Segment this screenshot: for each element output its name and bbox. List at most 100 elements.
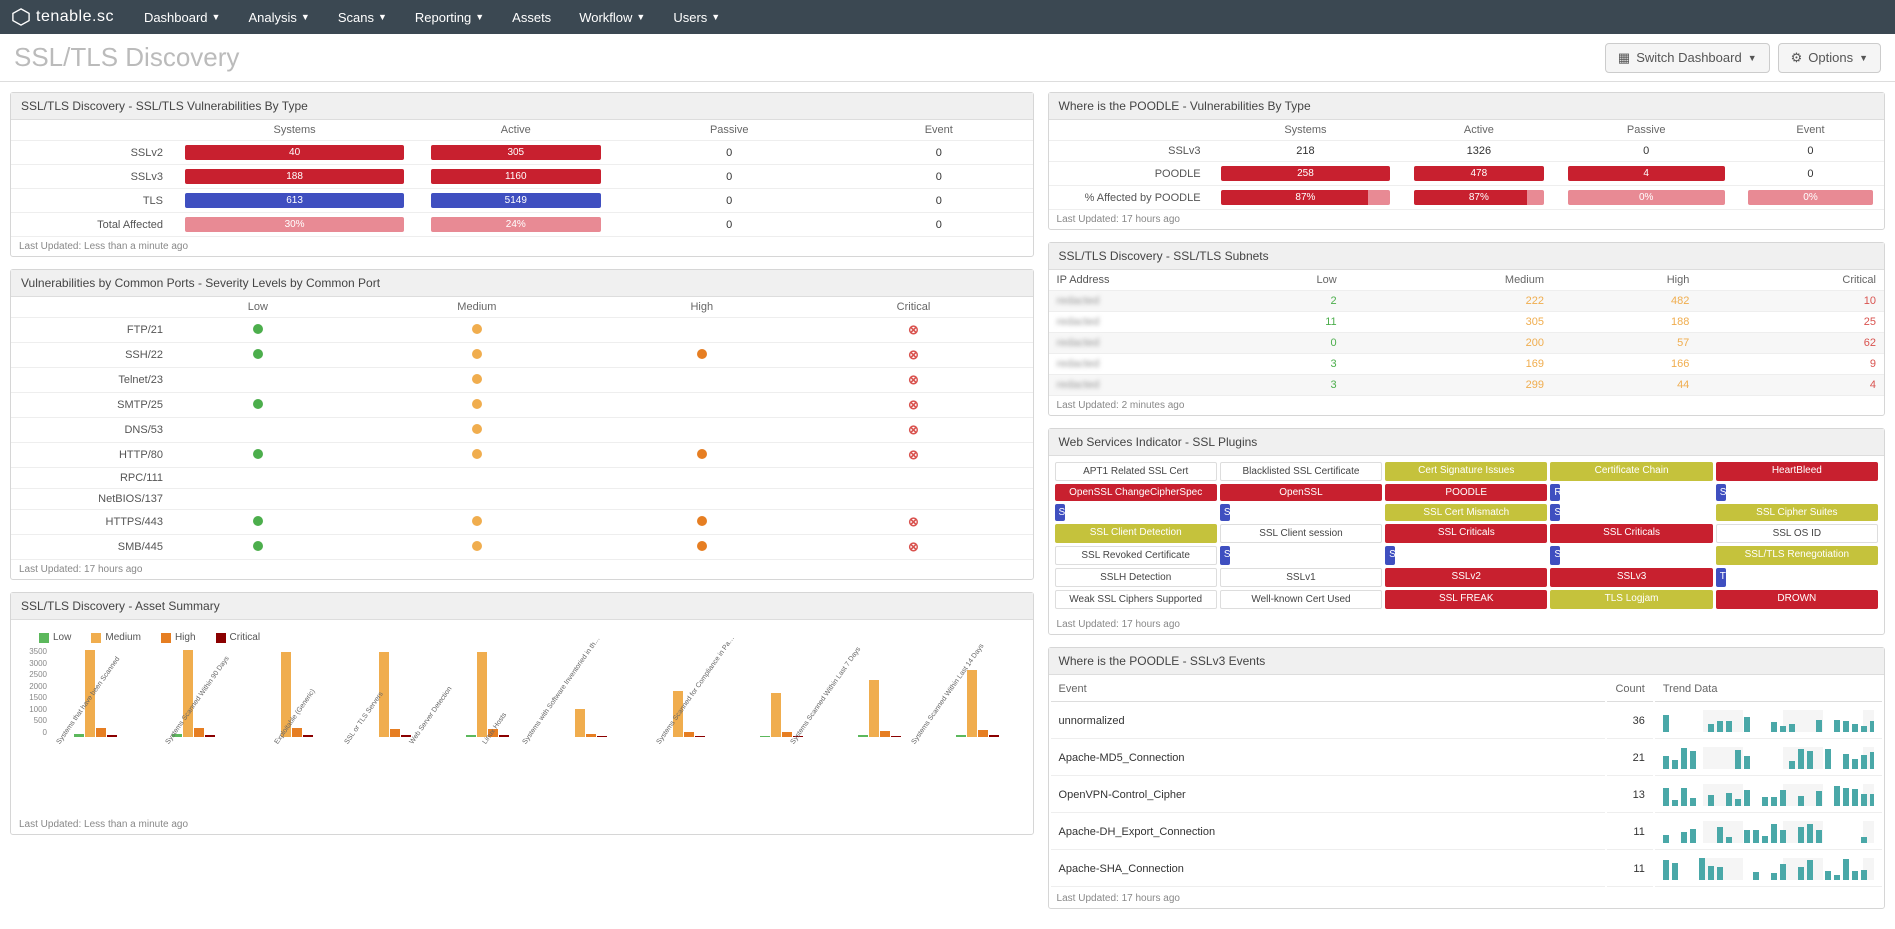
severity-dot (697, 349, 707, 359)
nav-workflow[interactable]: Workflow▼ (579, 10, 645, 25)
plugin-chip[interactable]: OpenSSL (1220, 484, 1382, 501)
switch-dashboard-button[interactable]: ▦ Switch Dashboard ▼ (1605, 43, 1770, 73)
col-header: Medium (1345, 270, 1552, 291)
event-count: 36 (1607, 704, 1652, 739)
plugin-chip[interactable]: SSL Criticals (1550, 524, 1712, 543)
plugin-chip[interactable]: POODLE (1385, 484, 1547, 501)
bar-value[interactable]: 24% (431, 217, 601, 232)
panel-sslv3-events: Where is the POODLE - SSLv3 Events Event… (1048, 647, 1885, 909)
last-updated: Last Updated: Less than a minute ago (11, 237, 1033, 256)
plugin-chip[interactable]: SSL CBC Chaining (1716, 484, 1726, 501)
panel-header: Where is the POODLE - Vulnerabilities By… (1049, 93, 1884, 120)
plugin-chip[interactable]: Weak SSL Ciphers Supported (1055, 590, 1217, 609)
plugin-chip[interactable]: SSL Cipher Suites (1716, 504, 1878, 521)
legend-item: Low (39, 632, 71, 643)
plugin-chip[interactable]: SSL/TLS Renegotiation (1716, 546, 1878, 565)
cell-value: 0 (1555, 141, 1737, 162)
nav-users[interactable]: Users▼ (673, 10, 720, 25)
col-header: Trend Data (1655, 677, 1882, 702)
bar-value[interactable]: 613 (185, 193, 405, 208)
event-name: Apache-DH_Export_Connection (1051, 815, 1606, 850)
event-name: Apache-SHA_Connection (1051, 852, 1606, 887)
plugin-chip[interactable]: APT1 Related SSL Cert (1055, 462, 1217, 481)
event-row[interactable]: Apache-DH_Export_Connection11 (1051, 815, 1882, 850)
event-count: 11 (1607, 815, 1652, 850)
bar-value[interactable]: 40 (185, 145, 405, 160)
nav-dashboard[interactable]: Dashboard▼ (144, 10, 221, 25)
last-updated: Last Updated: 17 hours ago (1049, 615, 1884, 634)
plugin-chip[interactable]: TLS (1716, 568, 1726, 587)
event-row[interactable]: Apache-SHA_Connection11 (1051, 852, 1882, 887)
plugin-chip[interactable]: SSL Revoked Certificate (1055, 546, 1217, 565)
plugin-chip[interactable]: SSLv2 (1385, 568, 1547, 587)
bar-value[interactable]: 30% (185, 217, 405, 232)
plugin-chip[interactable]: SSL Server Request (1220, 546, 1230, 565)
options-button[interactable]: ⚙ Options ▼ (1778, 43, 1881, 73)
plugin-chip[interactable]: OpenSSL ChangeCipherSpec (1055, 484, 1217, 501)
plugin-chip[interactable]: SSL Client session (1220, 524, 1382, 543)
plugin-chip[interactable]: SSLv3 (1550, 568, 1712, 587)
plugin-chip[interactable]: SSL Cert Info (1220, 504, 1230, 521)
plugin-chip[interactable]: SSL Session Resume Supported (1385, 546, 1395, 565)
plugin-chip[interactable]: RDP over SSL (1550, 484, 1560, 501)
bar-value[interactable]: 1160 (431, 169, 601, 184)
subnet-row[interactable]: redacted222248210 (1049, 291, 1884, 312)
plugin-chip[interactable]: SSLH Detection (1055, 568, 1217, 587)
event-row[interactable]: OpenVPN-Control_Cipher13 (1051, 778, 1882, 813)
page-header: SSL/TLS Discovery ▦ Switch Dashboard ▼ ⚙… (0, 34, 1895, 82)
nav-assets[interactable]: Assets (512, 10, 551, 25)
plugin-chip[interactable]: Blacklisted SSL Certificate (1220, 462, 1382, 481)
bar-value[interactable]: 4 (1568, 166, 1725, 181)
top-nav: tenable.sc Dashboard▼ Analysis▼ Scans▼ Repo… (0, 0, 1895, 34)
plugin-chip[interactable]: SSL Criticals (1385, 524, 1547, 543)
nav-scans[interactable]: Scans▼ (338, 10, 387, 25)
plugin-chip[interactable]: SSL OS ID (1716, 524, 1878, 543)
plugin-chip[interactable]: DROWN (1716, 590, 1878, 609)
bar-value[interactable]: 258 (1221, 166, 1390, 181)
severity-dot (697, 541, 707, 551)
plugin-chip[interactable]: SSL Cert Info (1055, 504, 1065, 521)
row-label: SSLv3 (11, 165, 171, 189)
subnet-row[interactable]: redacted1130518825 (1049, 312, 1884, 333)
plugin-chip[interactable]: SSLv1 (1220, 568, 1382, 587)
plugin-chip[interactable]: SSL Client Detection (1055, 524, 1217, 543)
brand[interactable]: tenable.sc (12, 8, 114, 26)
plugin-chip[interactable]: SSL Cert Mismatch (1385, 504, 1547, 521)
col-header: Systems (171, 120, 418, 141)
plugin-chip[interactable]: Well-known Cert Used (1220, 590, 1382, 609)
row-label: SMB/445 (11, 535, 171, 560)
bar-value[interactable]: 188 (185, 169, 405, 184)
event-name: Apache-MD5_Connection (1051, 741, 1606, 776)
panel-header: Where is the POODLE - SSLv3 Events (1049, 648, 1884, 675)
plugin-chip[interactable]: HeartBleed (1716, 462, 1878, 481)
nav-analysis[interactable]: Analysis▼ (248, 10, 309, 25)
subnet-row[interactable]: redacted3299444 (1049, 375, 1884, 396)
bar-value[interactable]: 87% (1221, 190, 1390, 205)
bar-value[interactable]: 5149 (431, 193, 601, 208)
col-header: Active (418, 120, 613, 141)
bar-value[interactable]: 305 (431, 145, 601, 160)
plugin-chip[interactable]: SSL FREAK (1385, 590, 1547, 609)
event-row[interactable]: Apache-MD5_Connection21 (1051, 741, 1882, 776)
bar-value[interactable]: 0% (1748, 190, 1872, 205)
bar-value[interactable]: 87% (1414, 190, 1544, 205)
plugin-chip[interactable]: TLS Logjam (1550, 590, 1712, 609)
plugin-chip[interactable]: SSL Certificate Expiry (1550, 504, 1560, 521)
event-row[interactable]: unnormalized36 (1051, 704, 1882, 739)
critical-icon: ⊗ (908, 347, 919, 362)
nav-reporting[interactable]: Reporting▼ (415, 10, 484, 25)
panel-asset-summary: SSL/TLS Discovery - Asset Summary LowMed… (10, 592, 1034, 835)
panel-header: SSL/TLS Discovery - Asset Summary (11, 593, 1033, 620)
plugin-chip[interactable]: SSL Traffic Detection (1550, 546, 1560, 565)
bar-value[interactable]: 478 (1414, 166, 1544, 181)
row-label: TLS (11, 189, 171, 213)
plugin-chip[interactable]: Cert Signature Issues (1385, 462, 1547, 481)
bar-value[interactable]: 0% (1568, 190, 1725, 205)
last-updated: Last Updated: 2 minutes ago (1049, 396, 1884, 415)
cell-value: 0 (845, 165, 1033, 189)
plugin-chip[interactable]: Certificate Chain (1550, 462, 1712, 481)
subnet-row[interactable]: redacted31691669 (1049, 354, 1884, 375)
subnet-row[interactable]: redacted02005762 (1049, 333, 1884, 354)
panel-header: SSL/TLS Discovery - SSL/TLS Subnets (1049, 243, 1884, 270)
severity-dot (253, 324, 263, 334)
